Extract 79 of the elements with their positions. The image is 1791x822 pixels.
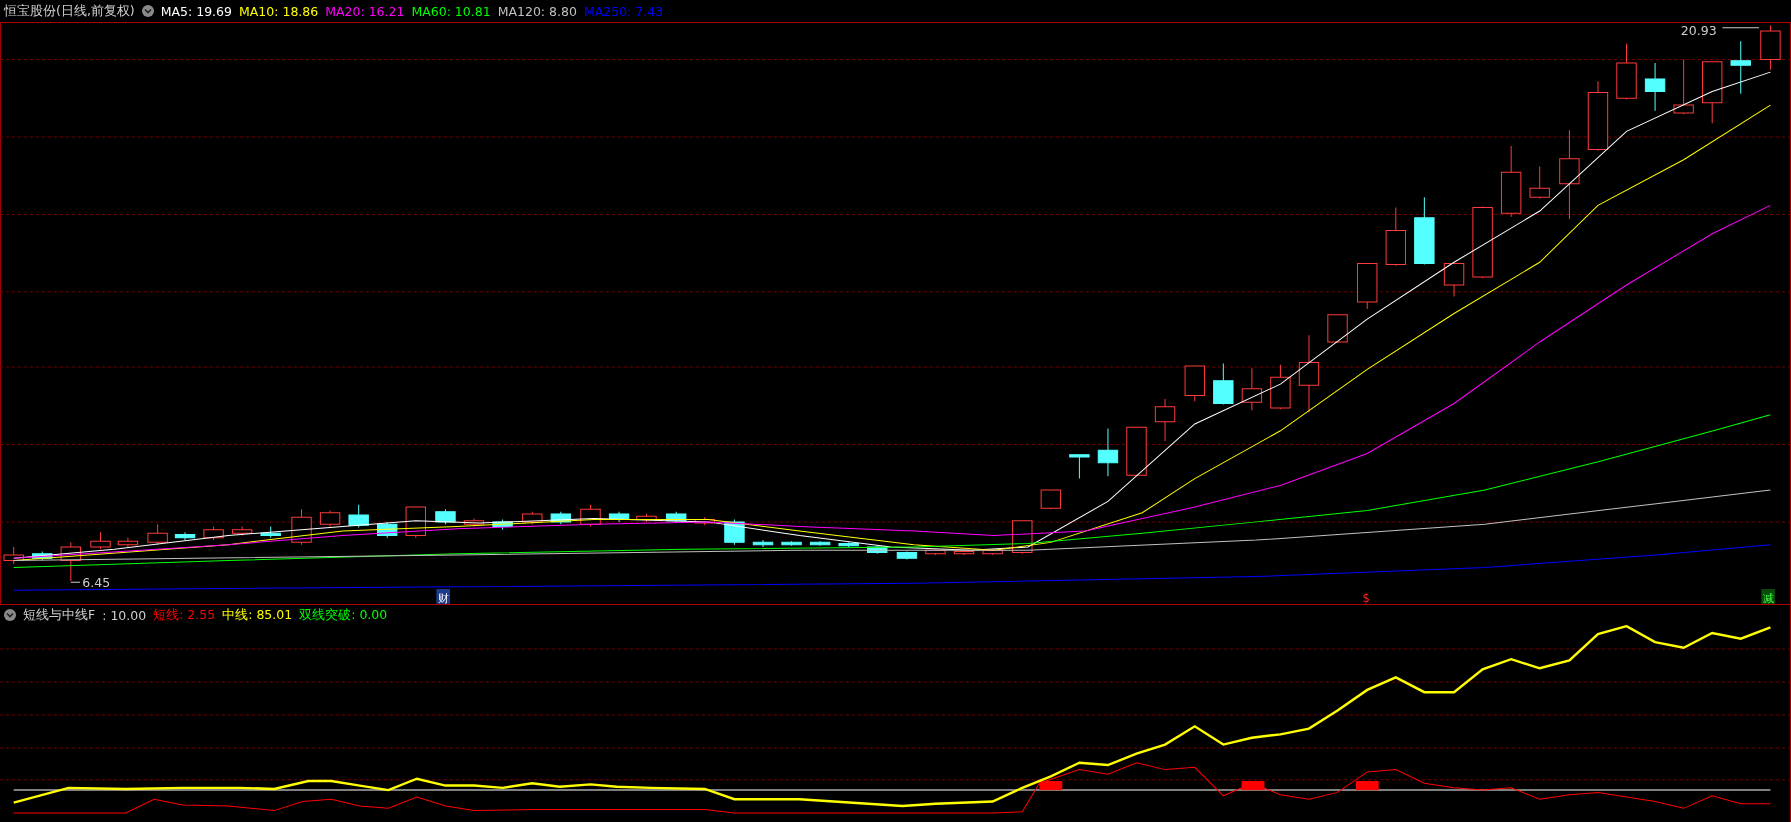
candlestick xyxy=(90,531,111,550)
indicator-value: MA20: 16.21 xyxy=(325,3,405,19)
candlestick xyxy=(1760,24,1781,71)
event-mark[interactable]: 财 xyxy=(436,589,451,605)
signal-bar xyxy=(1039,781,1063,791)
candlestick xyxy=(1040,489,1062,510)
candlestick xyxy=(1270,364,1291,410)
candlestick xyxy=(348,504,369,529)
event-mark[interactable]: $ xyxy=(1362,590,1370,605)
candlestick xyxy=(60,541,82,582)
indicator-value: MA10: 18.86 xyxy=(239,3,319,19)
price-label: 6.45 xyxy=(82,574,111,590)
candlestick xyxy=(1673,59,1694,115)
candlestick xyxy=(1327,314,1348,344)
indicator-value: MA250: 7.43 xyxy=(583,3,664,19)
indicator-value: 中线: 85.01 xyxy=(222,606,293,624)
dropdown-icon[interactable] xyxy=(4,609,16,621)
indicator-value: 短线: 2.55 xyxy=(153,606,216,624)
indicator-parameter: : 10.00 xyxy=(102,607,147,623)
candlestick xyxy=(291,508,312,546)
dropdown-icon[interactable] xyxy=(141,5,154,17)
candlestick xyxy=(867,545,888,555)
candlestick xyxy=(608,511,630,523)
candlestick xyxy=(463,517,485,527)
candlestick xyxy=(1616,43,1637,100)
candlestick xyxy=(1730,40,1751,95)
candlestick xyxy=(1414,196,1435,266)
indicator-title: 短线与中线F xyxy=(23,606,96,624)
event-mark[interactable]: 减 xyxy=(1761,589,1775,605)
candlestick xyxy=(1097,428,1119,477)
leader-line xyxy=(1721,27,1760,29)
candlestick xyxy=(319,510,341,527)
indicator-value: MA60: 10.81 xyxy=(411,3,491,19)
candlestick xyxy=(925,548,946,556)
candlestick xyxy=(1154,398,1176,442)
candlestick xyxy=(1587,80,1609,152)
candlestick xyxy=(1385,207,1406,267)
candlestick xyxy=(1126,426,1147,477)
candlestick xyxy=(1241,367,1263,411)
candlestick xyxy=(231,525,253,537)
indicator-value: MA5: 19.69 xyxy=(160,3,232,19)
candlestick xyxy=(896,551,918,560)
candlestick xyxy=(666,511,687,524)
candlestick xyxy=(550,511,572,525)
candlestick xyxy=(752,539,774,548)
signal-bar xyxy=(1355,781,1379,791)
candlestick xyxy=(636,513,657,523)
candlestick xyxy=(953,549,975,556)
candlestick xyxy=(838,541,859,548)
candlestick xyxy=(522,511,543,525)
candlestick xyxy=(203,525,224,541)
indicator-value: MA120: 8.80 xyxy=(497,3,577,19)
candlestick xyxy=(1443,262,1465,297)
candlestick xyxy=(1644,62,1666,112)
candlestick xyxy=(492,519,513,531)
indicator-value: 双线突破: 0.00 xyxy=(299,606,388,624)
candlestick xyxy=(147,523,168,546)
candlestick xyxy=(1069,454,1090,480)
candlestick xyxy=(377,521,398,539)
candlestick xyxy=(809,540,831,547)
candlestick xyxy=(1184,365,1205,402)
candlestick xyxy=(435,508,456,525)
candlestick xyxy=(260,525,281,539)
candlestick xyxy=(580,504,601,527)
candlestick xyxy=(1702,61,1723,124)
candlestick xyxy=(694,516,715,526)
candlestick xyxy=(32,551,53,562)
candlestick xyxy=(3,546,24,565)
candlestick xyxy=(1529,166,1550,199)
candlestick xyxy=(1357,262,1378,310)
candlestick xyxy=(117,537,139,548)
candlestick xyxy=(982,548,1003,556)
price-label: 20.93 xyxy=(1680,22,1717,38)
candlestick xyxy=(781,540,802,547)
leader-line xyxy=(70,581,81,583)
chart-title: 恒宝股份(日线,前复权) xyxy=(4,2,135,20)
candlestick xyxy=(1213,363,1234,406)
signal-bar xyxy=(1241,781,1265,791)
candlestick xyxy=(174,531,196,541)
